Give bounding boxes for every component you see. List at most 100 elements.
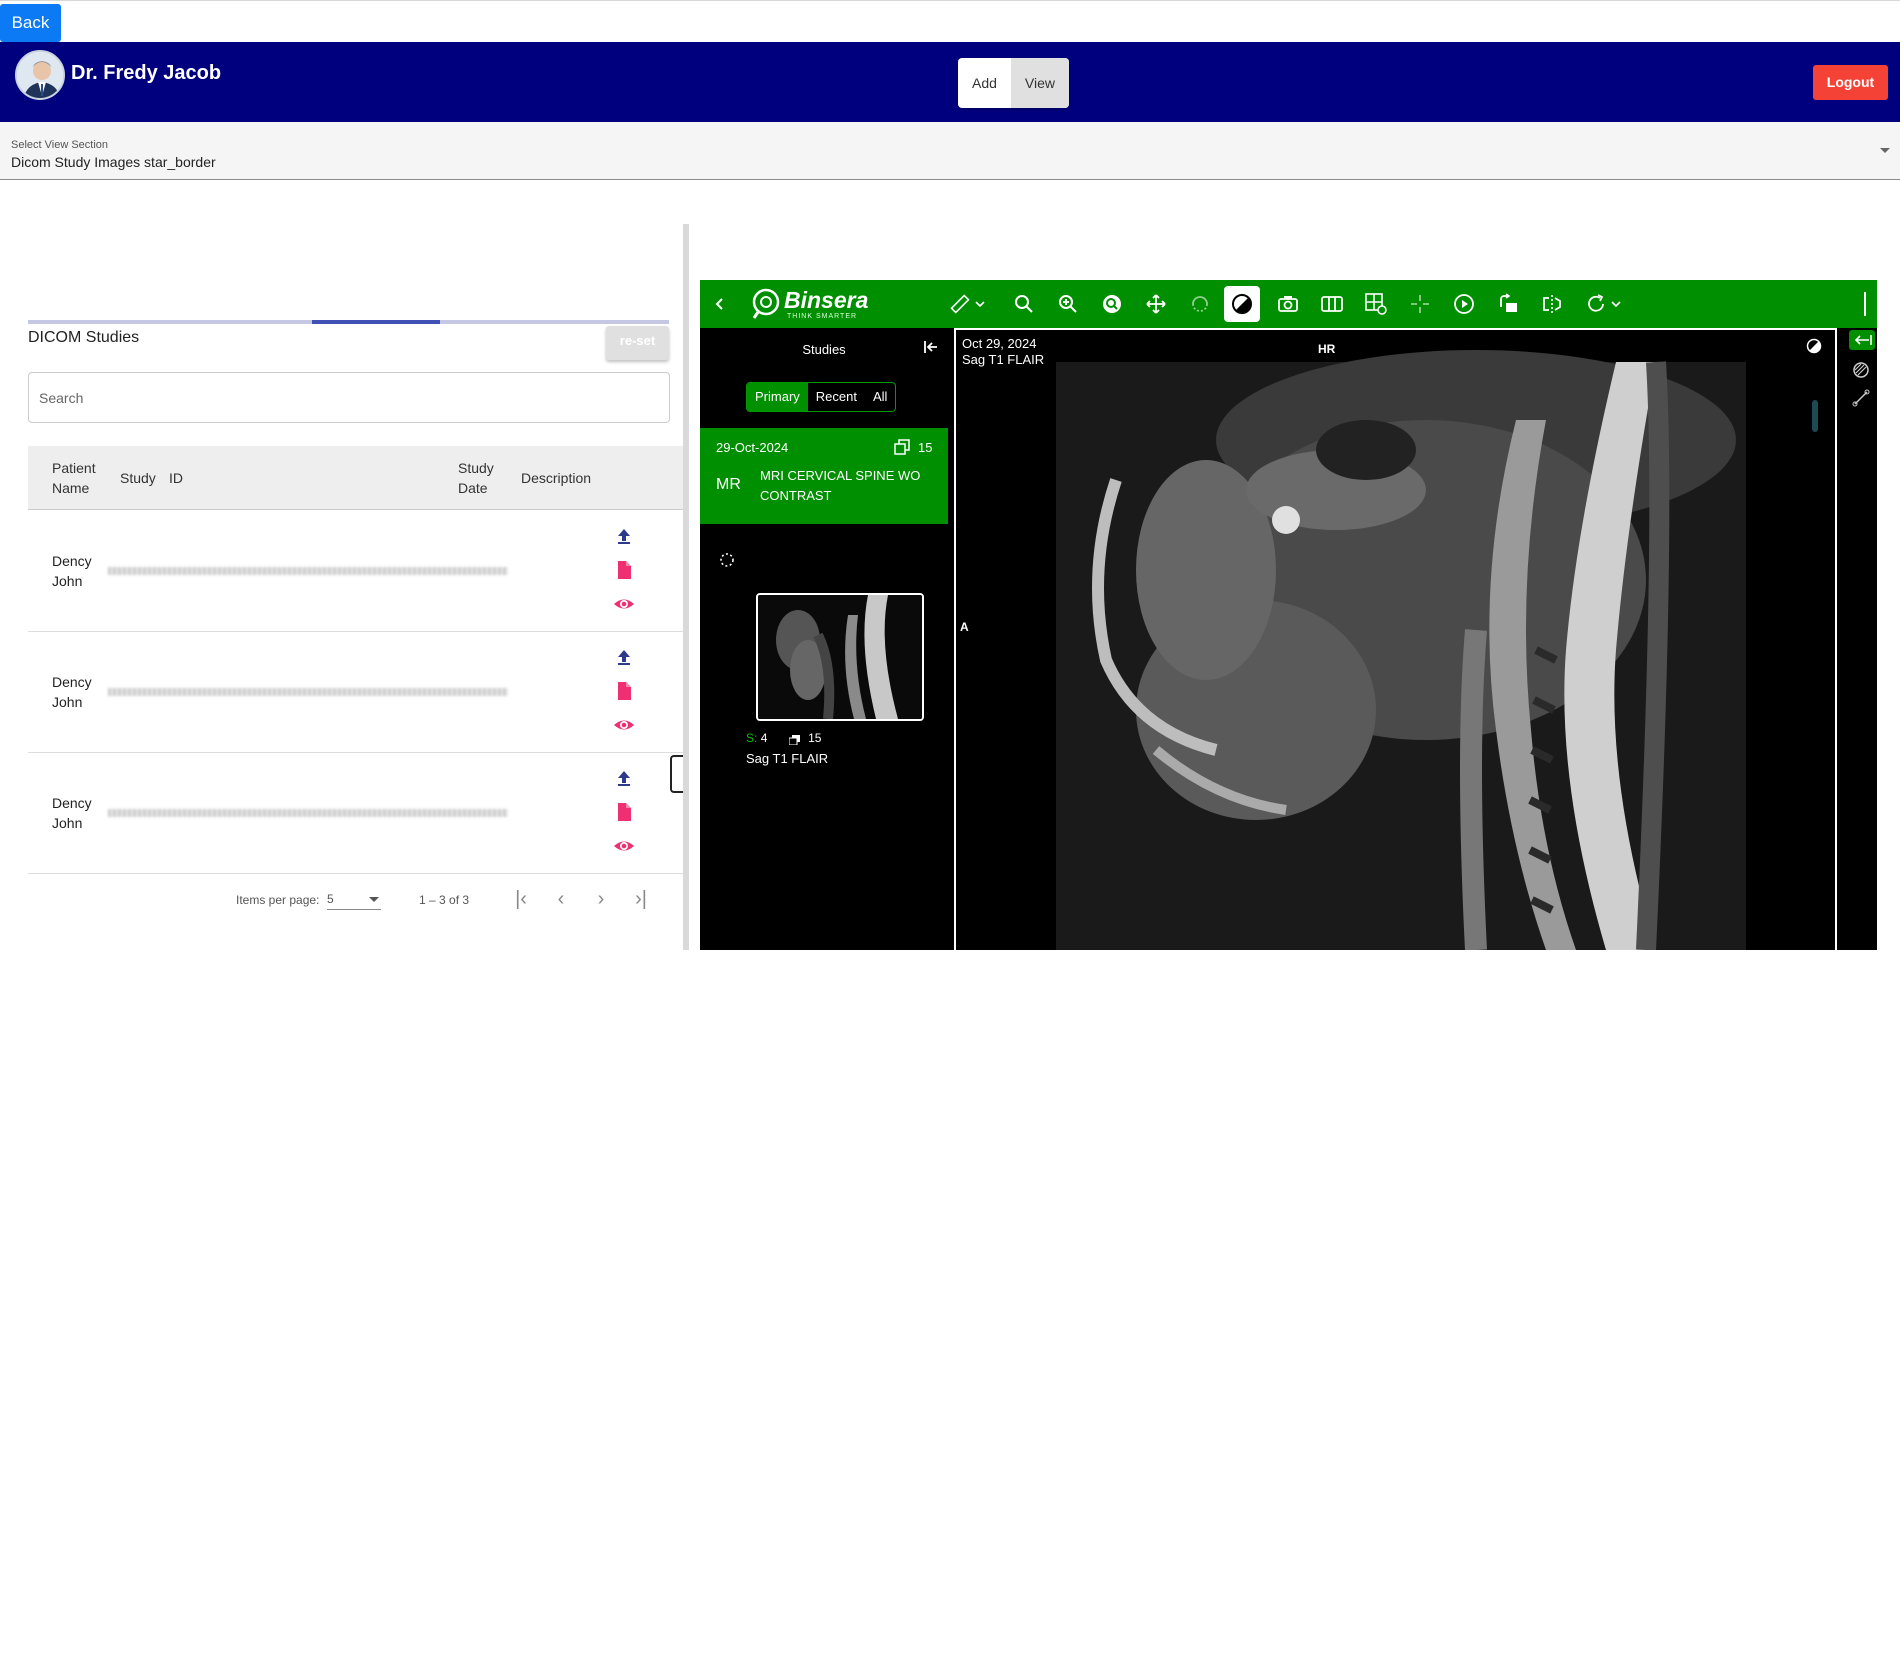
search-icon[interactable] [1010, 290, 1038, 318]
right-tool-rail [1845, 328, 1877, 950]
layout-columns-icon[interactable] [1318, 290, 1346, 318]
dropdown-chevron-icon[interactable] [972, 290, 988, 318]
filter-recent[interactable]: Recent [808, 383, 865, 411]
prev-page-icon[interactable]: ‹ [548, 886, 574, 912]
studies-title: Studies [802, 342, 846, 357]
zoom-in-icon[interactable] [1054, 290, 1082, 318]
image-viewport[interactable]: Oct 29, 2024 Sag T1 FLAIR HR A [954, 328, 1837, 950]
binsera-logo-icon [750, 288, 782, 320]
mri-image [956, 330, 1835, 950]
reset-button[interactable]: re-set [606, 326, 669, 360]
orientation-top: HR [1318, 342, 1336, 356]
viewer-toolbar: Binsera THINK SMARTER [700, 280, 1877, 328]
line-measure-icon[interactable] [1851, 388, 1871, 408]
studies-sidebar: Studies Primary Recent All 29-Oct-2024 1… [700, 328, 948, 950]
redacted-study-id [108, 688, 508, 696]
page-range: 1 – 3 of 3 [419, 893, 470, 907]
play-icon[interactable] [1450, 290, 1478, 318]
flip-icon[interactable] [1538, 290, 1566, 318]
dropdown-chevron-icon[interactable] [1608, 290, 1624, 318]
collapse-sidebar-icon[interactable] [920, 336, 942, 358]
study-date: 29-Oct-2024 [716, 440, 789, 455]
view-section-label: Select View Section [11, 139, 109, 151]
mode-toggle: Add View [958, 58, 1070, 108]
expand-panel-icon[interactable] [1849, 330, 1875, 350]
last-page-icon[interactable]: ›| [628, 886, 654, 912]
study-filter-tabs: Primary Recent All [746, 382, 897, 412]
upload-icon[interactable] [613, 525, 635, 547]
eye-icon[interactable] [613, 593, 635, 615]
redacted-study-id [108, 567, 508, 575]
view-mode-button[interactable]: View [1010, 58, 1070, 108]
view-section-select[interactable]: Select View Section Dicom Study Images s… [0, 122, 1900, 180]
focus-indicator [670, 755, 683, 793]
column-study-date[interactable]: Study Date [458, 458, 508, 498]
next-page-icon[interactable]: › [588, 886, 614, 912]
patient-name-cell: Dency John [52, 553, 92, 589]
add-mode-button[interactable]: Add [958, 58, 1011, 108]
column-study[interactable]: Study [120, 468, 156, 488]
rotate-3d-icon[interactable] [1186, 290, 1214, 318]
eye-icon[interactable] [613, 714, 635, 736]
copy-stack-icon [894, 439, 910, 455]
rotate-icon[interactable] [1494, 290, 1522, 318]
items-per-page-select[interactable]: 5 [327, 888, 381, 910]
camera-icon[interactable] [1274, 290, 1302, 318]
items-per-page-label: Items per page: [236, 893, 320, 907]
logout-button[interactable]: Logout [1813, 65, 1888, 100]
series-prefix: S: [746, 731, 758, 745]
file-icon[interactable] [613, 559, 635, 581]
paginator: Items per page: 5 1 – 3 of 3 |‹ ‹ › ›| [28, 878, 683, 918]
column-id[interactable]: ID [169, 468, 183, 488]
crosshair-icon[interactable] [1406, 290, 1434, 318]
doctor-avatar [15, 50, 65, 100]
pan-icon[interactable] [1142, 290, 1170, 318]
filter-primary[interactable]: Primary [747, 383, 808, 411]
app-header: Dr. Fredy Jacob Add View Logout [0, 42, 1900, 122]
grid-settings-icon[interactable] [1362, 290, 1390, 318]
upload-icon[interactable] [613, 767, 635, 789]
brand-tagline: THINK SMARTER [787, 313, 858, 320]
tab-ink-bar [312, 320, 440, 324]
dropdown-arrow-icon [1880, 148, 1890, 153]
study-description: MRI CERVICAL SPINE WO CONTRAST [760, 468, 921, 503]
first-page-icon[interactable]: |‹ [508, 886, 534, 912]
eye-icon[interactable] [613, 835, 635, 857]
file-icon[interactable] [613, 680, 635, 702]
table-row[interactable]: Dency John [28, 511, 683, 632]
column-description[interactable]: Description [521, 468, 591, 488]
patient-name-cell: Dency John [52, 795, 92, 831]
search-field[interactable] [28, 372, 670, 423]
upload-icon[interactable] [613, 646, 635, 668]
ruler-icon[interactable] [946, 290, 974, 318]
brand-name: Binsera [784, 287, 869, 313]
table-header: Patient Name Study ID Study Date Descrip… [28, 446, 683, 510]
viewport-scrollbar[interactable] [1812, 400, 1818, 432]
back-button[interactable]: Back [0, 4, 61, 42]
study-card[interactable]: 29-Oct-2024 15 MR MRI CERVICAL SPINE WO … [700, 428, 948, 524]
back-chevron-icon[interactable] [706, 290, 734, 318]
series-thumbnail[interactable] [756, 593, 924, 721]
panel-divider[interactable] [683, 224, 689, 950]
view-section-value: Dicom Study Images star_border [11, 154, 216, 170]
table-row[interactable]: Dency John [28, 632, 683, 753]
toolbar-separator [1864, 292, 1866, 316]
orientation-left: A [960, 620, 969, 634]
refresh-icon[interactable] [1582, 290, 1610, 318]
items-per-page-value: 5 [327, 892, 334, 906]
overlay-date: Oct 29, 2024 [962, 336, 1037, 351]
contrast-icon[interactable] [1224, 286, 1260, 322]
file-icon[interactable] [613, 801, 635, 823]
filter-all[interactable]: All [865, 383, 895, 411]
overlay-series-name: Sag T1 FLAIR [962, 352, 1045, 367]
series-image-count: 15 [808, 731, 822, 745]
dicom-studies-panel: DICOM Studies re-set Patient Name Study … [28, 318, 683, 950]
hatch-pattern-icon[interactable] [1851, 360, 1871, 380]
contrast-indicator-icon[interactable] [1806, 338, 1822, 354]
redacted-study-id [108, 809, 508, 817]
column-patient-name[interactable]: Patient Name [52, 458, 112, 498]
modality-label: MR [716, 476, 741, 493]
magnifier-icon[interactable] [1098, 290, 1126, 318]
search-input[interactable] [29, 373, 669, 422]
table-row[interactable]: Dency John [28, 753, 683, 874]
